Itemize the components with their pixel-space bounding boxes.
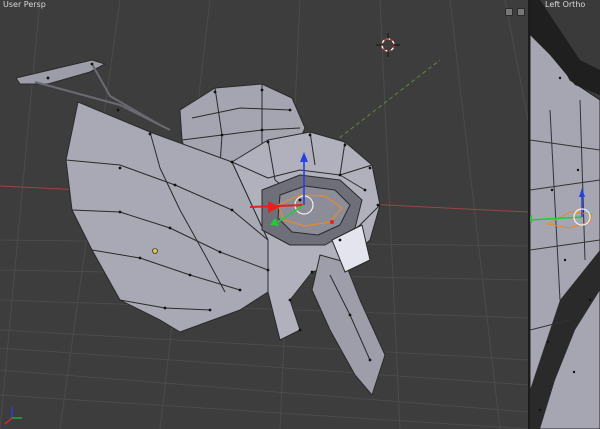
viewport-split-icon[interactable] <box>517 8 525 16</box>
view-axis-gizmo <box>4 407 22 425</box>
viewport-split-icon[interactable] <box>505 8 513 16</box>
mesh-tail[interactable] <box>311 254 386 396</box>
viewport-label-user-persp: User Persp <box>3 0 46 9</box>
viewport-user-persp[interactable]: User Persp <box>0 0 528 429</box>
viewport-left-ortho[interactable]: Left Ortho <box>530 0 600 429</box>
side-viewport-canvas[interactable] <box>530 0 600 429</box>
viewport-label-left-ortho: Left Ortho <box>545 0 586 9</box>
blender-3d-editor: User Persp Left Ortho <box>0 0 600 429</box>
viewport-canvas[interactable] <box>0 0 528 429</box>
3d-cursor-icon <box>376 33 400 57</box>
object-origin <box>152 248 158 254</box>
